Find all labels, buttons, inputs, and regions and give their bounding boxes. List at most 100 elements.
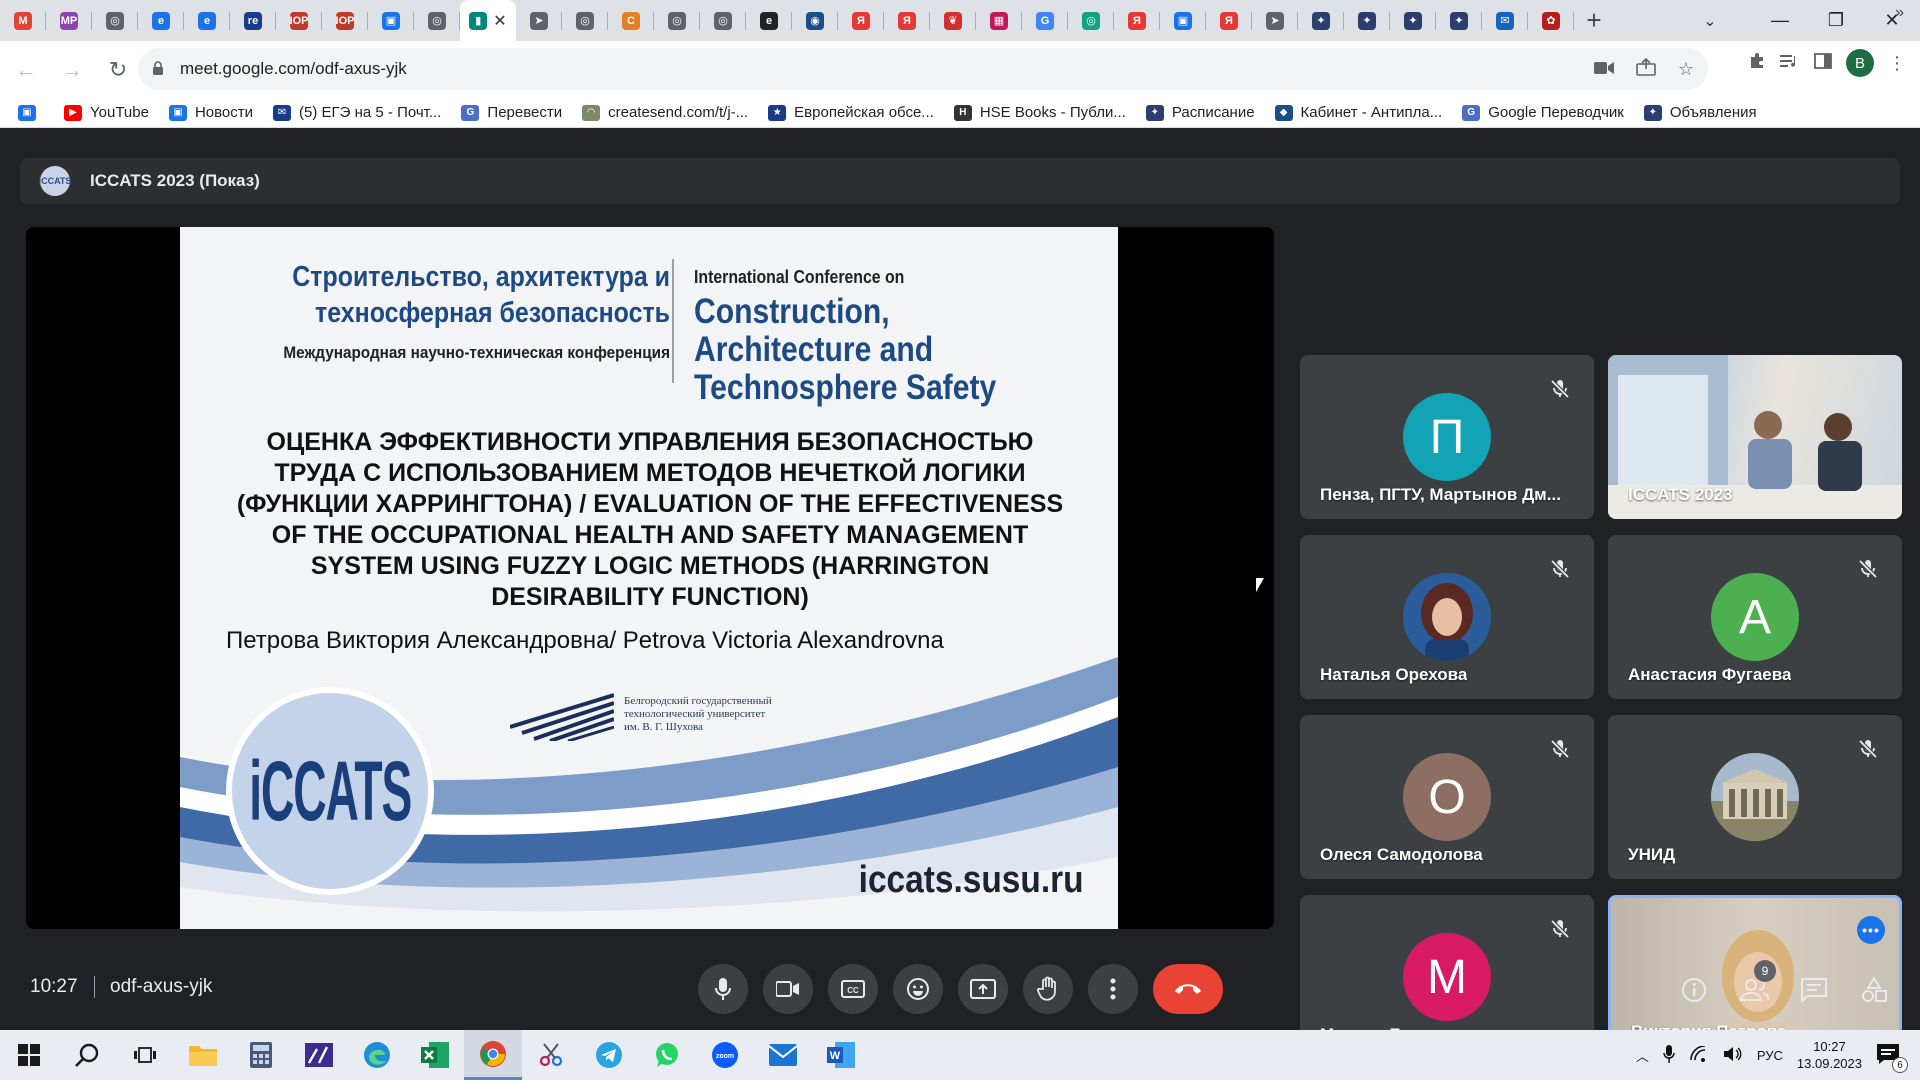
tab-edge2[interactable]: e xyxy=(184,0,230,41)
lock-icon[interactable] xyxy=(152,61,166,77)
raise-hand-button[interactable] xyxy=(1023,964,1073,1014)
bookmark-item[interactable]: ✉ (5) ЕГЭ на 5 - Почт... xyxy=(273,104,441,121)
extensions-icon[interactable] xyxy=(1748,52,1766,75)
tab-globe4[interactable]: ◎ xyxy=(654,0,700,41)
bookmark-item[interactable]: ▣ Новости xyxy=(168,104,253,121)
more-options-button[interactable] xyxy=(1088,964,1138,1014)
activities-button[interactable] xyxy=(1856,972,1892,1008)
address-bar[interactable]: meet.google.com/odf-axus-yjk ☆ xyxy=(138,48,1708,90)
calculator-app[interactable] xyxy=(232,1030,290,1080)
bookmark-item[interactable]: G Перевести xyxy=(461,104,562,121)
mail-app[interactable] xyxy=(754,1030,812,1080)
share-icon[interactable] xyxy=(1636,57,1656,81)
browser-menu-icon[interactable]: ⋮ xyxy=(1888,53,1906,74)
excel-app[interactable] xyxy=(406,1030,464,1080)
meeting-details-button[interactable] xyxy=(1676,972,1712,1008)
reactions-button[interactable] xyxy=(893,964,943,1014)
tab-leaf4[interactable]: ✦ xyxy=(1436,0,1482,41)
close-tab-icon[interactable]: ✕ xyxy=(493,11,506,31)
tab-globe2[interactable]: ◎ xyxy=(414,0,460,41)
close-window-button[interactable]: ✕ xyxy=(1864,0,1920,41)
tab-e-black[interactable]: e xyxy=(746,0,792,41)
tab-edge1[interactable]: e xyxy=(138,0,184,41)
chrome-app[interactable] xyxy=(464,1030,522,1080)
participant-tile[interactable]: ICCATS 2023 xyxy=(1608,355,1902,519)
telegram-app[interactable] xyxy=(580,1030,638,1080)
tab-leaf2[interactable]: ✦ xyxy=(1344,0,1390,41)
tab-plane2[interactable]: ➤ xyxy=(1252,0,1298,41)
bookmark-item[interactable]: ✦ Объявления xyxy=(1643,104,1757,121)
tab-ya1[interactable]: Я xyxy=(838,0,884,41)
network-icon[interactable] xyxy=(1689,1044,1709,1065)
snip-sketch-app[interactable] xyxy=(522,1030,580,1080)
bookmark-star-icon[interactable]: ☆ xyxy=(1678,59,1694,80)
tab-globe[interactable]: ◎ xyxy=(92,0,138,41)
bookmark-item[interactable]: ★ Европейская обсе... xyxy=(768,104,934,121)
tab-flower[interactable]: ✿ xyxy=(1528,0,1574,41)
start-button[interactable] xyxy=(0,1030,58,1080)
tab-mail[interactable]: ✉ xyxy=(1482,0,1528,41)
word-app[interactable]: W xyxy=(812,1030,870,1080)
media-control-icon[interactable] xyxy=(1780,53,1800,74)
reload-button[interactable]: ↻ xyxy=(98,50,138,90)
presentation-stage[interactable]: Строительство, архитектура и техносферна… xyxy=(26,227,1274,929)
tab-ya4[interactable]: Я xyxy=(1206,0,1252,41)
tab-ya3[interactable]: Я xyxy=(1114,0,1160,41)
tab-iop2[interactable]: IOP xyxy=(322,0,368,41)
people-button[interactable]: 9 xyxy=(1736,960,1776,1008)
tab-bird[interactable]: ❦ xyxy=(930,0,976,41)
captions-button[interactable]: CC xyxy=(828,964,878,1014)
microphone-tray-icon[interactable] xyxy=(1663,1044,1675,1066)
tab-leaf3[interactable]: ✦ xyxy=(1390,0,1436,41)
tab-grid[interactable]: ▦ xyxy=(976,0,1022,41)
url-text[interactable]: meet.google.com/odf-axus-yjk xyxy=(180,59,407,79)
bookmark-item[interactable]: ▣ xyxy=(18,104,44,121)
search-button[interactable] xyxy=(58,1030,116,1080)
participant-tile[interactable]: А Анастасия Фугаева xyxy=(1608,535,1902,699)
tab-globe3[interactable]: ◎ xyxy=(562,0,608,41)
camera-in-use-icon[interactable] xyxy=(1593,59,1614,80)
tab-iop1[interactable]: IOP xyxy=(276,0,322,41)
tab-search-icon[interactable]: ⌄ xyxy=(1690,0,1730,41)
tab-openai[interactable]: ◎ xyxy=(1068,0,1114,41)
tab-leaf1[interactable]: ✦ xyxy=(1298,0,1344,41)
minimize-button[interactable]: — xyxy=(1752,0,1808,41)
microphone-button[interactable] xyxy=(698,964,748,1014)
chat-button[interactable] xyxy=(1796,972,1832,1008)
file-explorer-app[interactable] xyxy=(174,1030,232,1080)
participant-tile[interactable]: П Пенза, ПГТУ, Мартынов Дм... xyxy=(1300,355,1594,519)
volume-icon[interactable] xyxy=(1723,1046,1743,1065)
bookmark-item[interactable]: ◆ Кабинет - Антипла... xyxy=(1274,104,1442,121)
tab-plane1[interactable]: ➤ xyxy=(516,0,562,41)
bookmark-item[interactable]: ▶ YouTube xyxy=(64,104,149,121)
whatsapp-app[interactable] xyxy=(638,1030,696,1080)
tab-ya2[interactable]: Я xyxy=(884,0,930,41)
tab-eye[interactable]: ◉ xyxy=(792,0,838,41)
tab-c[interactable]: C xyxy=(608,0,654,41)
participant-more-options-icon[interactable]: ••• xyxy=(1857,916,1885,944)
tab-chat[interactable]: ▣ xyxy=(368,0,414,41)
bookmark-item[interactable]: ◠ createsend.com/t/j-... xyxy=(582,104,748,121)
tab-mp[interactable]: MP xyxy=(46,0,92,41)
tab-cube[interactable]: ▣ xyxy=(1160,0,1206,41)
edge-app[interactable] xyxy=(348,1030,406,1080)
tab-gmail[interactable]: M xyxy=(0,0,46,41)
bookmark-item[interactable]: G Google Переводчик xyxy=(1462,104,1624,121)
new-tab-button[interactable]: + xyxy=(1574,0,1614,41)
profile-avatar[interactable]: В xyxy=(1846,49,1874,77)
participant-tile[interactable]: Наталья Орехова xyxy=(1300,535,1594,699)
tab-meet[interactable]: ▮ ✕ xyxy=(460,0,516,41)
leave-call-button[interactable] xyxy=(1153,964,1223,1014)
bookmark-item[interactable]: ✦ Расписание xyxy=(1145,104,1255,121)
maximize-button[interactable]: ❐ xyxy=(1808,0,1864,41)
back-button[interactable]: ← xyxy=(6,50,46,90)
input-language[interactable]: РУС xyxy=(1757,1048,1783,1063)
bookmarks-overflow-icon[interactable]: » xyxy=(1895,4,1904,22)
present-button[interactable] xyxy=(958,964,1008,1014)
notification-center-button[interactable]: 6 xyxy=(1876,1043,1908,1073)
tab-google[interactable]: G xyxy=(1022,0,1068,41)
taskbar-clock[interactable]: 10:27 13.09.2023 xyxy=(1797,1038,1862,1072)
bookmark-item[interactable]: H HSE Books - Публи... xyxy=(953,104,1126,121)
tab-re[interactable]: re xyxy=(230,0,276,41)
tray-overflow-icon[interactable]: ︿ xyxy=(1636,1046,1649,1065)
